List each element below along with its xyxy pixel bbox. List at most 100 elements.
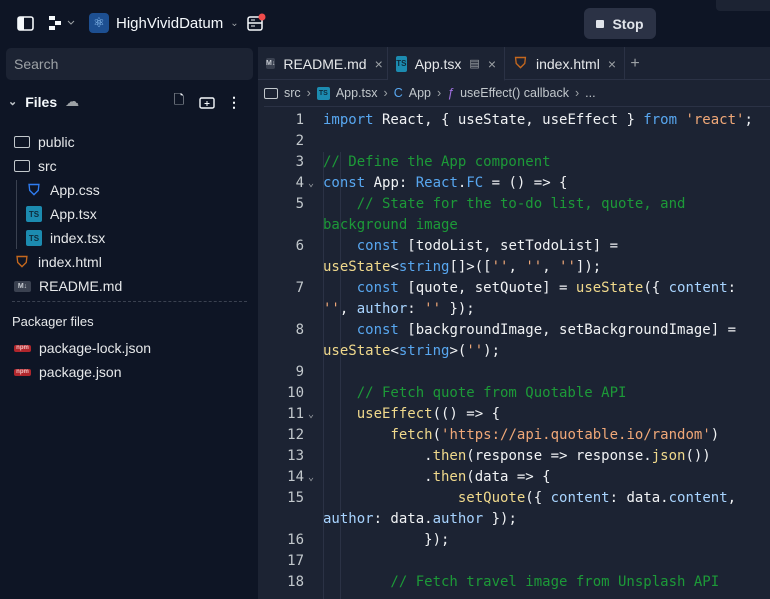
file-name: App.css [50, 182, 100, 198]
console-notifications-icon[interactable] [246, 13, 266, 33]
sidebar-toggle-icon[interactable] [16, 14, 34, 32]
code-line: 12 fetch('https://api.quotable.io/random… [258, 425, 770, 446]
code-token: , [727, 490, 737, 506]
code-token: ({ [525, 490, 551, 506]
file-tree-item[interactable]: ⛉ App.css [26, 180, 100, 200]
fold-chevron-icon[interactable]: ⌄ [308, 404, 314, 425]
code-text: .then(response => response.json()) [323, 446, 711, 467]
close-icon[interactable]: × [375, 56, 383, 72]
tab-label: index.html [536, 55, 600, 72]
code-token: fetch [390, 427, 433, 443]
code-token: }); [483, 511, 517, 527]
file-tree-item[interactable]: src [14, 156, 57, 176]
code-token: , [508, 259, 526, 275]
more-options-icon[interactable]: ⋮ [227, 94, 241, 110]
chevron-right-icon: › [306, 86, 311, 100]
workspace-menu-icon[interactable] [48, 14, 78, 32]
code-token: < [390, 343, 399, 359]
stop-icon [596, 19, 605, 28]
line-number: 9 [295, 364, 304, 380]
fold-chevron-icon[interactable]: ⌄ [308, 467, 314, 488]
code-editor[interactable]: 1 import React, { useState, useEffect } f… [258, 110, 770, 593]
line-number: 5 [295, 196, 304, 212]
markdown-icon: M↓ [14, 280, 31, 292]
code-line: 15 setQuote({ content: data.content, [258, 488, 770, 509]
code-line: 7 const [quote, setQuote] = useState({ c… [258, 278, 770, 299]
code-token: '' [491, 259, 509, 275]
code-text: const App: React.FC = () => { [323, 173, 567, 194]
code-token: : data. [373, 511, 433, 527]
code-text: // Fetch travel image from Unsplash API [323, 572, 719, 593]
typescript-icon: TS [26, 230, 42, 246]
file-name: package.json [39, 364, 122, 380]
file-tree-item[interactable]: M↓ README.md [14, 276, 122, 296]
stop-button[interactable]: Stop [584, 8, 656, 39]
code-token: useState [323, 343, 391, 359]
breadcrumb-more[interactable]: ... [585, 86, 595, 100]
code-token: content [550, 490, 610, 506]
files-header[interactable]: ⌄ Files ☁ [8, 93, 79, 110]
code-text: .then(data => { [323, 467, 550, 488]
preview-icon[interactable]: ▤ [469, 57, 479, 70]
file-name: App.tsx [50, 206, 97, 222]
code-token: ({ [643, 280, 669, 296]
code-token: < [390, 259, 399, 275]
chevron-right-icon: › [436, 86, 442, 100]
file-tree-item[interactable]: public [14, 132, 75, 152]
chevron-down-icon: ⌄ [8, 96, 18, 108]
add-tab-icon[interactable]: + [626, 55, 644, 73]
file-name: index.tsx [50, 230, 106, 246]
code-token: '' [323, 301, 340, 317]
file-name: index.html [38, 254, 102, 270]
close-icon[interactable]: × [488, 56, 496, 72]
code-token: App: [365, 175, 416, 191]
css-icon: ⛉ [28, 181, 40, 199]
code-token: // Fetch quote from Quotable API [323, 385, 627, 401]
file-name: public [38, 134, 75, 150]
code-token: }); [441, 301, 475, 317]
file-name: README.md [39, 278, 123, 294]
new-file-icon[interactable]: 🗋 [171, 92, 187, 110]
line-number: 1 [295, 112, 304, 128]
packager-file-item[interactable]: npm package-lock.json [14, 338, 151, 358]
code-token: // Fetch travel image from Unsplash API [323, 574, 720, 590]
code-text: setQuote({ content: data.content, [323, 488, 736, 509]
file-tree-item[interactable]: TS App.tsx [26, 204, 97, 224]
tab-readme[interactable]: M↓ README.md × [258, 47, 388, 80]
code-token: : [407, 301, 425, 317]
file-tree-item[interactable]: TS index.tsx [26, 228, 105, 248]
code-token: , [542, 259, 560, 275]
code-token: >( [449, 343, 467, 359]
cloud-sync-icon: ☁ [65, 93, 80, 109]
breadcrumb-component[interactable]: App [409, 86, 431, 100]
packager-file-item[interactable]: npm package.json [14, 362, 122, 382]
project-selector[interactable]: ⚛ HighVividDatum ⌄ [89, 13, 239, 33]
breadcrumb-folder[interactable]: src [284, 86, 301, 100]
line-number: 3 [295, 154, 304, 170]
code-line: 14 ⌄ .then(data => { [258, 467, 770, 488]
code-token: const [356, 322, 399, 338]
code-token: 'https://api.quotable.io/random' [441, 427, 711, 443]
breadcrumb-file[interactable]: App.tsx [336, 86, 378, 100]
code-token: . [323, 448, 433, 464]
file-tree-item[interactable]: ⛉ index.html [14, 252, 102, 272]
code-token: [todoList, setTodoList] = [398, 238, 619, 254]
fold-chevron-icon[interactable]: ⌄ [308, 173, 314, 194]
code-token: React [415, 175, 458, 191]
line-number: 8 [295, 322, 304, 338]
code-token: '' [424, 301, 442, 317]
search-input[interactable]: Search [6, 48, 253, 80]
tab-app-tsx[interactable]: TS App.tsx ▤ × [388, 47, 505, 81]
new-folder-icon[interactable] [198, 94, 216, 110]
close-icon[interactable]: × [608, 56, 616, 72]
tab-index-html[interactable]: ⛉ index.html × [505, 47, 625, 80]
code-token: const [356, 280, 399, 296]
breadcrumb-function[interactable]: useEffect() callback [460, 86, 569, 100]
line-number: 13 [287, 448, 304, 464]
code-token: '' [559, 259, 576, 275]
code-text: import React, { useState, useEffect } fr… [323, 110, 753, 131]
code-token: useState [575, 280, 644, 296]
npm-icon: npm [14, 368, 31, 376]
